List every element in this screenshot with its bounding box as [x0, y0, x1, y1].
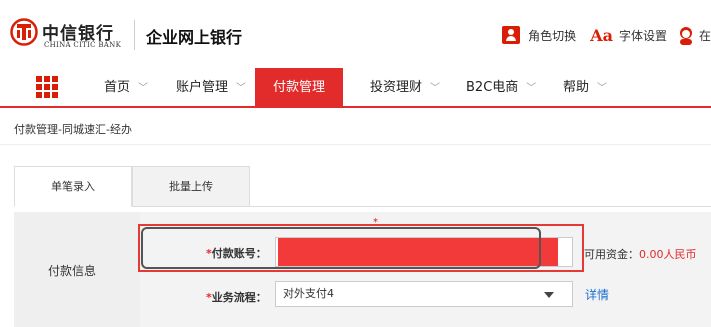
breadcrumb-divider [0, 144, 711, 145]
main-nav: 首页 ﹀ 账户管理 ﹀ 付款管理 投资理财 ﹀ B2C电商 ﹀ 帮助 ﹀ [0, 68, 711, 108]
role-switch-link[interactable]: 角色切换 [528, 27, 576, 44]
business-process-select[interactable]: 对外支付4 [275, 281, 573, 307]
nav-item-b2c-ecommerce[interactable]: B2C电商 ﹀ [466, 68, 536, 108]
section-label-payment-info: 付款信息 [48, 264, 97, 278]
header-actions: 角色切换 Aa 字体设置 在 [502, 24, 711, 46]
dropdown-caret-icon [544, 292, 554, 298]
nav-item-label: 帮助 [563, 80, 590, 95]
business-process-value: 对外支付4 [283, 287, 334, 300]
customer-service-icon[interactable] [677, 25, 695, 45]
entry-tabs: 单笔录入 批量上传 [14, 166, 711, 207]
bank-logo[interactable]: 中信银行 CHINA CITIC BANK [8, 16, 138, 56]
app-grid-icon[interactable] [36, 76, 58, 98]
nav-item-home[interactable]: 首页 ﹀ [104, 68, 148, 108]
nav-item-investment[interactable]: 投资理财 ﹀ [370, 68, 440, 108]
service-link[interactable]: 在 [699, 27, 711, 44]
available-funds: 可用资金：0.00人民币 [584, 248, 697, 261]
chevron-down-icon: ﹀ [138, 83, 149, 94]
nav-item-label: 账户管理 [176, 80, 229, 95]
business-process-label: *业务流程： [206, 291, 267, 304]
highlight-box-inner [141, 227, 541, 269]
nav-item-payment-management[interactable]: 付款管理 [255, 68, 343, 108]
chevron-down-icon: ﹀ [597, 83, 608, 94]
chevron-down-icon: ﹀ [526, 83, 537, 94]
nav-item-help[interactable]: 帮助 ﹀ [563, 68, 607, 108]
tab-batch-upload[interactable]: 批量上传 [132, 166, 250, 207]
details-link[interactable]: 详情 [585, 286, 609, 303]
nav-item-label: 首页 [104, 80, 131, 95]
font-settings-link[interactable]: 字体设置 [619, 27, 667, 44]
role-switch-icon[interactable] [502, 26, 521, 44]
chevron-down-icon: ﹀ [430, 83, 441, 94]
nav-item-label: 投资理财 [370, 80, 423, 95]
tab-single-entry[interactable]: 单笔录入 [14, 166, 132, 207]
citic-logo-icon [10, 18, 38, 46]
chevron-down-icon: ﹀ [236, 83, 247, 94]
font-size-icon[interactable]: Aa [590, 26, 613, 45]
header-divider [134, 20, 135, 50]
bank-name-en: CHINA CITIC BANK [44, 41, 122, 49]
nav-item-label: B2C电商 [466, 80, 519, 95]
breadcrumb: 付款管理-同城速汇-经办 [14, 123, 132, 136]
portal-title: 企业网上银行 [146, 28, 243, 47]
nav-item-label: 付款管理 [272, 80, 325, 95]
nav-item-account-management[interactable]: 账户管理 ﹀ [176, 68, 246, 108]
header: 中信银行 CHINA CITIC BANK 企业网上银行 角色切换 Aa 字体设… [0, 0, 711, 64]
